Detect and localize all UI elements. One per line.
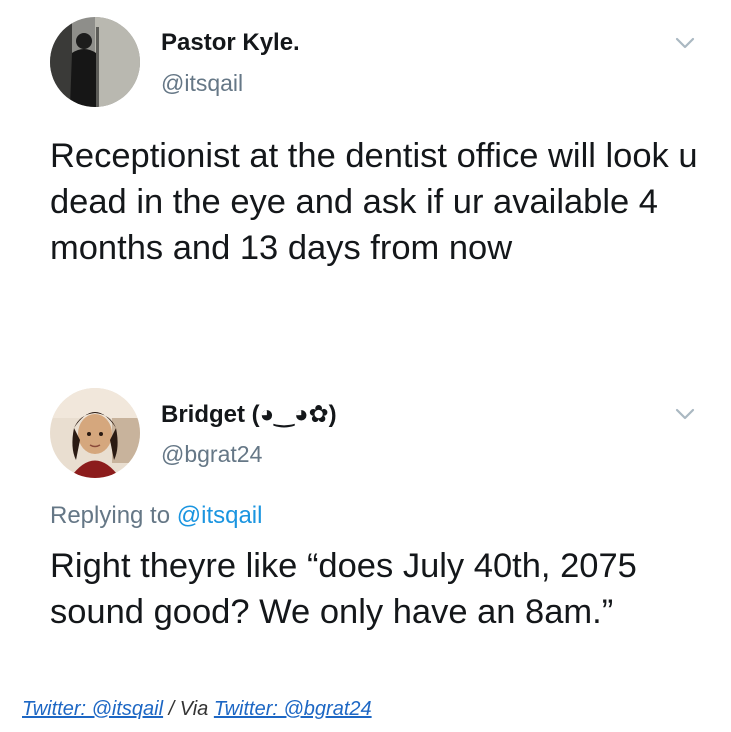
replying-to-mention[interactable]: @itsqail <box>177 502 263 529</box>
credit-separator: / Via <box>163 698 214 720</box>
tweet-text: Receptionist at the dentist office will … <box>50 137 698 267</box>
credit-link-bgrat24[interactable]: Twitter: @bgrat24 <box>214 698 372 720</box>
avatar-pastor-kyle[interactable] <box>50 17 140 107</box>
author-handle[interactable]: @itsqail <box>161 70 243 97</box>
chevron-down-icon[interactable] <box>672 405 698 423</box>
author-handle[interactable]: @bgrat24 <box>161 441 262 468</box>
author-name[interactable]: Pastor Kyle. <box>161 29 300 57</box>
chevron-down-icon[interactable] <box>672 34 698 52</box>
replying-to-label: Replying to <box>50 502 177 529</box>
avatar-bridget[interactable] <box>50 388 140 478</box>
source-credits: Twitter: @itsqail / Via Twitter: @bgrat2… <box>22 698 372 721</box>
tweet-text: Right theyre like “does July 40th, 2075 … <box>50 547 637 631</box>
credit-link-itsqail[interactable]: Twitter: @itsqail <box>22 698 163 720</box>
replying-to-line: Replying to @itsqail <box>50 502 262 530</box>
author-name[interactable]: Bridget (◕‿◕✿) <box>161 400 337 429</box>
